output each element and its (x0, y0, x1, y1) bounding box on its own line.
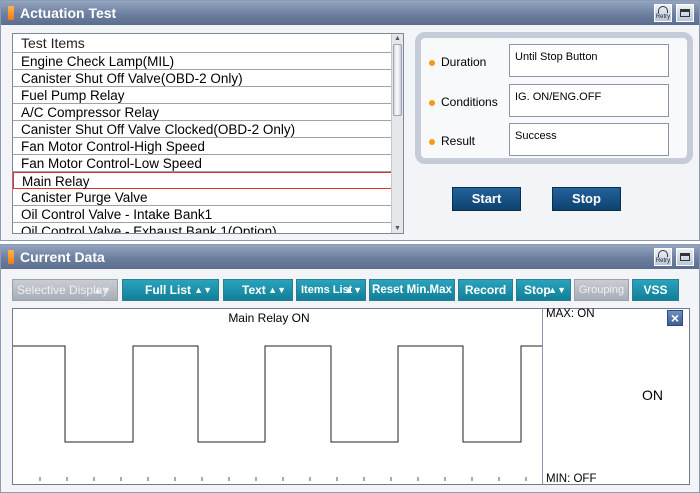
full-list-select[interactable]: Full List ▲▼ (122, 279, 219, 301)
retry-icon[interactable]: Retry (654, 4, 672, 22)
bullet-icon (429, 100, 435, 106)
test-item-row[interactable]: Oil Control Valve - Exhaust Bank 1(Optio… (13, 223, 393, 233)
record-button[interactable]: Record (458, 279, 513, 301)
test-items-list[interactable]: Test Items Engine Check Lamp(MIL) Caniste… (12, 33, 404, 234)
close-icon[interactable]: × (667, 310, 683, 326)
current-data-title: Current Data (20, 249, 105, 265)
graph-side-panel: MAX: ON × ON MIN: OFF (542, 308, 689, 485)
maximize-icon[interactable] (676, 248, 694, 266)
actuation-titlebar: Actuation Test Retry (1, 1, 699, 25)
actuation-test-panel: Actuation Test Retry Test Items Engine C… (0, 0, 700, 241)
signal-plot: Main Relay ON (13, 311, 542, 481)
min-label: MIN: OFF (546, 473, 597, 485)
max-label: MAX: ON (546, 308, 595, 320)
stop-select[interactable]: Stop ▲▼ (516, 279, 571, 301)
test-item-row[interactable]: Canister Purge Valve (13, 189, 393, 206)
test-item-row[interactable]: Fuel Pump Relay (13, 87, 393, 104)
reset-minmax-button[interactable]: Reset Min.Max (369, 279, 455, 301)
spinner-icon: ▲▼ (268, 285, 286, 295)
spinner-icon: ▲▼ (344, 285, 362, 295)
text-select[interactable]: Text ▲▼ (223, 279, 293, 301)
stop-button[interactable]: Stop (552, 187, 621, 211)
scroll-thumb[interactable] (393, 44, 402, 116)
test-info-box: Duration Until Stop Button Conditions IG… (415, 32, 693, 164)
test-item-row[interactable]: Canister Shut Off Valve Clocked(OBD-2 On… (13, 121, 393, 138)
conditions-row: Conditions IG. ON/ENG.OFF (421, 84, 687, 118)
spinner-icon: ▲▼ (93, 285, 111, 295)
current-data-titlebar: Current Data Retry (1, 245, 699, 269)
signal-label: Main Relay ON (228, 311, 309, 325)
spinner-icon: ▲▼ (194, 285, 212, 295)
list-scrollbar[interactable]: ▲ ▼ (391, 34, 403, 233)
scroll-down-icon[interactable]: ▼ (394, 225, 401, 232)
test-item-row[interactable]: Fan Motor Control-Low Speed (13, 155, 393, 172)
duration-label: Duration (441, 55, 487, 69)
bullet-icon (429, 139, 435, 145)
test-item-row[interactable]: Canister Shut Off Valve(OBD-2 Only) (13, 70, 393, 87)
items-list-select[interactable]: Items List ▲▼ (296, 279, 366, 301)
actuation-title: Actuation Test (20, 5, 117, 21)
test-item-row[interactable]: Main Relay (13, 172, 393, 189)
spinner-icon: ▲▼ (548, 285, 566, 295)
panel-flag-icon (8, 250, 14, 264)
start-button[interactable]: Start (452, 187, 521, 211)
grouping-button[interactable]: Grouping (574, 279, 629, 301)
result-value: Success (509, 123, 669, 156)
test-items-rows: Test Items Engine Check Lamp(MIL) Caniste… (13, 34, 393, 233)
bullet-icon (429, 60, 435, 66)
test-item-row[interactable]: Engine Check Lamp(MIL) (13, 53, 393, 70)
duration-value: Until Stop Button (509, 44, 669, 77)
test-item-row[interactable]: Oil Control Valve - Intake Bank1 (13, 206, 393, 223)
duration-row: Duration Until Stop Button (421, 44, 687, 78)
signal-line (13, 345, 542, 443)
test-item-row[interactable]: Fan Motor Control-High Speed (13, 138, 393, 155)
scroll-up-icon[interactable]: ▲ (394, 35, 401, 42)
test-item-row[interactable]: A/C Compressor Relay (13, 104, 393, 121)
conditions-label: Conditions (441, 95, 498, 109)
conditions-value: IG. ON/ENG.OFF (509, 84, 669, 117)
result-row: Result Success (421, 123, 687, 157)
list-header: Test Items (13, 34, 393, 53)
signal-graph: Main Relay ON MAX: ON × ON MIN: OFF (12, 308, 690, 485)
vss-button[interactable]: VSS (632, 279, 679, 301)
panel-flag-icon (8, 6, 14, 20)
maximize-icon[interactable] (676, 4, 694, 22)
current-value: ON (642, 387, 663, 403)
time-ticks (39, 477, 527, 481)
current-data-panel: Current Data Retry Selective Display ▲▼ F… (0, 244, 700, 493)
selective-display-select[interactable]: Selective Display ▲▼ (12, 279, 118, 301)
result-label: Result (441, 134, 476, 148)
retry-icon[interactable]: Retry (654, 248, 672, 266)
